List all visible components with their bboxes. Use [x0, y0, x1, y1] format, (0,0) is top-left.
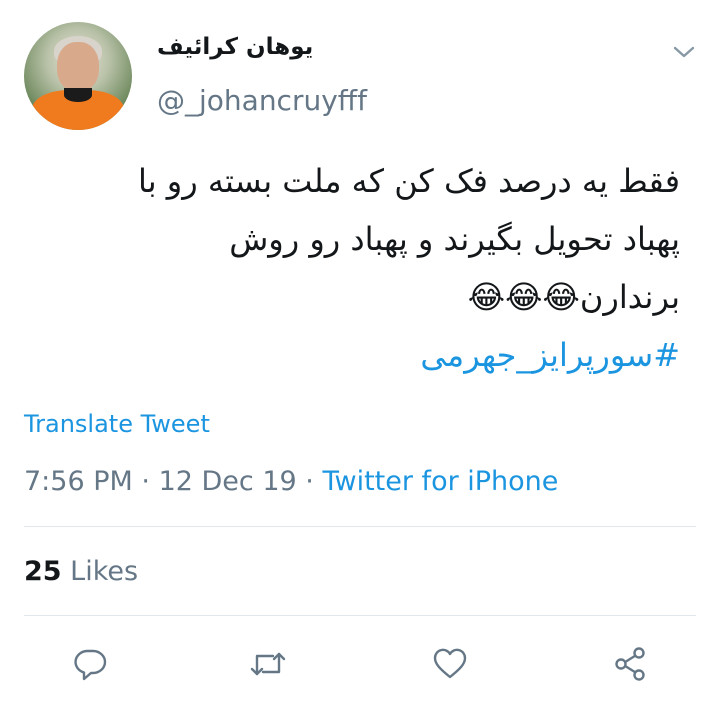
reply-icon [74, 649, 107, 681]
reply-button[interactable] [70, 644, 110, 684]
meta-separator: · [141, 466, 150, 497]
like-icon [433, 648, 467, 679]
retweet-icon [250, 652, 286, 676]
translate-tweet-link[interactable]: Translate Tweet [24, 410, 210, 438]
avatar-face [57, 42, 99, 92]
likes-label: Likes [70, 556, 139, 587]
chevron-down-icon[interactable] [672, 42, 696, 62]
likes-summary[interactable]: 25 Likes [24, 556, 138, 587]
username[interactable]: @_johancruyfff [157, 84, 367, 117]
tweet-time[interactable]: 7:56 PM [24, 466, 133, 497]
divider [24, 526, 696, 527]
tweet-text-line: فقط یه درصد فک کن که ملت بسته رو با [137, 162, 680, 200]
retweet-button[interactable] [248, 644, 288, 684]
tweet-meta: 7:56 PM · 12 Dec 19 · Twitter for iPhone [24, 466, 558, 497]
hashtag-link[interactable]: #سورپرایز_جهرمی [24, 326, 680, 384]
tweet-source-link[interactable]: Twitter for iPhone [322, 466, 558, 497]
tweet-text-line: پهباد تحویل بگیرند و پهباد رو روش [229, 220, 680, 258]
avatar[interactable] [24, 22, 132, 130]
share-button[interactable] [610, 644, 650, 684]
likes-count: 25 [24, 556, 62, 587]
divider [24, 615, 696, 616]
display-name[interactable]: یوهان کرائیف [157, 34, 313, 60]
tweet-date[interactable]: 12 Dec 19 [159, 466, 297, 497]
tweet-text-line: برندارن😂😂😂 [467, 278, 680, 316]
like-button[interactable] [430, 644, 470, 684]
avatar-collar [64, 88, 92, 102]
meta-separator: · [305, 466, 314, 497]
share-icon [615, 647, 645, 681]
tweet-text: فقط یه درصد فک کن که ملت بسته رو با پهبا… [24, 152, 680, 384]
